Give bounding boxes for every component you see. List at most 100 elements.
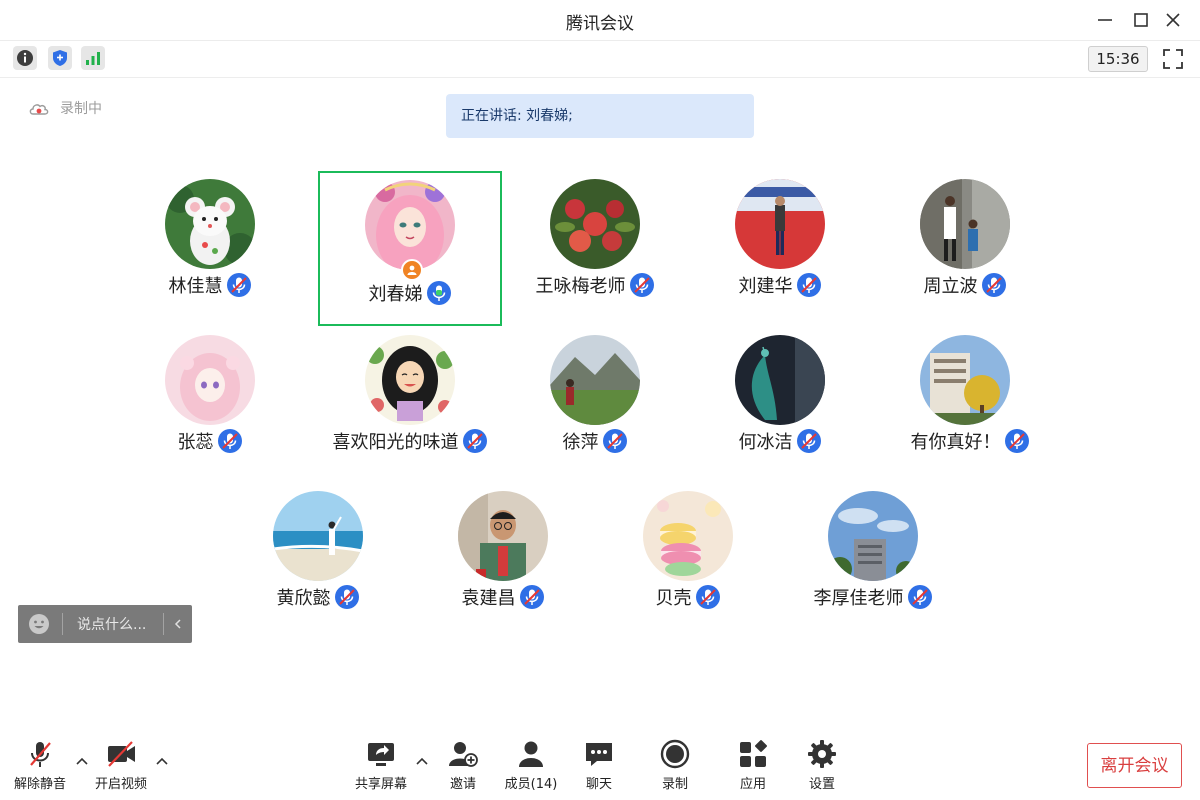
participant-tile[interactable]: 林佳慧: [120, 172, 300, 322]
close-button[interactable]: [1161, 8, 1185, 32]
participant-name: 喜欢阳光的味道: [332, 432, 459, 453]
minimize-button[interactable]: [1093, 8, 1117, 32]
man-glasses-avatar: [458, 491, 548, 581]
meeting-control-bar: 解除静音 开启视频 共享屏幕 邀请 成员(14) 聊天 录制 应用 设置: [0, 730, 1200, 800]
unmute-button[interactable]: 解除静音: [5, 738, 75, 798]
participant-name: 徐萍: [562, 432, 599, 453]
members-label: 成员(14): [504, 777, 558, 792]
apps-label: 应用: [739, 777, 766, 792]
girl-illustration-avatar: [365, 180, 455, 270]
cartoon-lady-avatar: [365, 335, 455, 425]
recording-indicator[interactable]: 录制中: [28, 98, 102, 118]
record-button[interactable]: 录制: [640, 738, 710, 798]
settings-label: 设置: [808, 777, 835, 792]
avatar: [643, 491, 733, 581]
fruit-branch-avatar: [550, 179, 640, 269]
avatar: [165, 335, 255, 425]
camera-off-icon: [108, 741, 135, 767]
mic-off-icon: [30, 742, 51, 767]
leave-meeting-button[interactable]: 离开会议: [1087, 743, 1182, 788]
apps-grid-icon: [740, 740, 767, 767]
participant-name: 刘建华: [738, 276, 793, 297]
avatar: [458, 491, 548, 581]
man-on-stage-avatar: [735, 179, 825, 269]
host-badge: [401, 259, 423, 281]
network-status-button[interactable]: [81, 46, 105, 70]
record-label: 录制: [661, 777, 688, 792]
participant-name: 林佳慧: [168, 276, 223, 297]
chat-placeholder[interactable]: 说点什么...: [77, 614, 163, 634]
mic-muted-icon: [334, 585, 359, 609]
meeting-info-bar: 15:36: [0, 41, 1200, 78]
participant-tile[interactable]: 周立波: [875, 172, 1055, 322]
participant-name: 王咏梅老师: [535, 276, 626, 297]
share-screen-button[interactable]: 共享屏幕: [346, 738, 416, 798]
avatar: [273, 491, 363, 581]
participant-tile[interactable]: 喜欢阳光的味道: [320, 328, 500, 478]
maximize-icon: [1134, 13, 1148, 27]
meeting-clock: 15:36: [1088, 46, 1148, 72]
participant-name: 刘春娣: [368, 284, 423, 305]
chat-input-bar[interactable]: 说点什么...: [18, 605, 192, 643]
participant-tile[interactable]: 黄欣懿: [228, 484, 408, 634]
chat-button[interactable]: 聊天: [564, 738, 634, 798]
macarons-avatar: [643, 491, 733, 581]
participant-tile-speaking[interactable]: 刘春娣: [318, 171, 502, 326]
participant-name: 袁建昌: [461, 588, 516, 609]
chevron-up-icon[interactable]: [154, 754, 170, 770]
mic-muted-icon: [796, 273, 821, 297]
avatar: [550, 179, 640, 269]
mic-muted-icon: [796, 429, 821, 453]
fullscreen-icon: [1163, 49, 1183, 69]
participant-tile[interactable]: 何冰洁: [690, 328, 870, 478]
peacock-sculpture-avatar: [735, 335, 825, 425]
participant-tile[interactable]: 贝壳: [598, 484, 778, 634]
participant-tile[interactable]: 张蕊: [120, 328, 300, 478]
participant-tile[interactable]: 有你真好！: [875, 328, 1065, 478]
invite-button[interactable]: 邀请: [428, 738, 498, 798]
participant-tile[interactable]: 徐萍: [505, 328, 685, 478]
mic-muted-icon: [629, 273, 654, 297]
participant-name: 周立波: [923, 276, 978, 297]
collapse-chat-button[interactable]: [164, 605, 192, 643]
signal-bars-icon: [86, 52, 100, 65]
cloud-record-icon: [29, 104, 49, 115]
info-icon: [17, 50, 33, 66]
mic-muted-icon: [602, 429, 627, 453]
participant-name: 贝壳: [655, 588, 692, 609]
avatar: [828, 491, 918, 581]
close-icon: [1166, 13, 1180, 27]
kids-wall-avatar: [920, 179, 1010, 269]
participant-tile[interactable]: 刘建华: [690, 172, 870, 322]
participant-tile[interactable]: 李厚佳老师: [783, 484, 963, 634]
participant-tile[interactable]: 王咏梅老师: [505, 172, 685, 322]
emoji-icon[interactable]: [28, 613, 50, 635]
start-video-button[interactable]: 开启视频: [86, 738, 156, 798]
mic-muted-icon: [981, 273, 1006, 297]
host-user-icon: [407, 265, 417, 275]
security-button[interactable]: [48, 46, 72, 70]
anime-girl-avatar: [165, 335, 255, 425]
fullscreen-button[interactable]: [1160, 46, 1186, 72]
settings-button[interactable]: 设置: [787, 738, 857, 798]
participant-name: 黄欣懿: [276, 588, 331, 609]
avatar: [365, 180, 455, 270]
mic-muted-icon: [695, 585, 720, 609]
shield-icon: [53, 50, 67, 66]
members-button[interactable]: 成员(14): [496, 738, 566, 798]
participant-tile[interactable]: 袁建昌: [413, 484, 593, 634]
beach-avatar: [273, 491, 363, 581]
mic-muted-icon: [462, 429, 487, 453]
participant-name: 李厚佳老师: [813, 588, 904, 609]
members-icon: [519, 741, 543, 767]
minimize-icon: [1098, 19, 1112, 21]
start-video-label: 开启视频: [94, 777, 147, 792]
meeting-info-button[interactable]: [13, 46, 37, 70]
share-screen-icon: [368, 743, 394, 766]
maximize-button[interactable]: [1129, 8, 1153, 32]
speaking-banner: 正在讲话: 刘春娣;: [446, 94, 754, 138]
participant-name: 何冰洁: [738, 432, 793, 453]
apps-button[interactable]: 应用: [718, 738, 788, 798]
avatar: [735, 335, 825, 425]
building-tree-avatar: [920, 335, 1010, 425]
